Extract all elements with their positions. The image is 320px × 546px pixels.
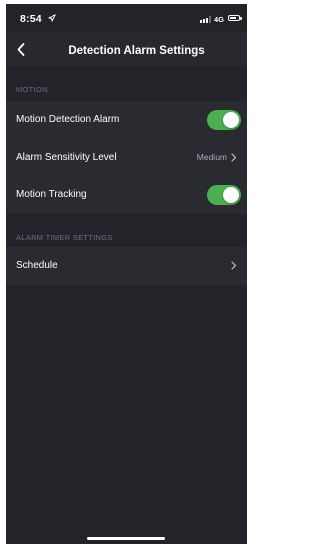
status-bar: 8:54 4G [6,4,247,32]
phone-screen: 8:54 4G Detection Alarm Settings MOTION … [6,4,247,544]
battery-level-fill [230,17,236,19]
motion-tracking-label: Motion Tracking [16,189,87,201]
alarm-sensitivity-level-row[interactable]: Alarm Sensitivity Level Medium [6,139,247,177]
motion-tracking-row: Motion Tracking [6,176,247,214]
back-button[interactable] [11,39,31,59]
chevron-right-icon [231,153,237,162]
section-header-motion: MOTION [16,85,48,94]
alarm-sensitivity-level-value: Medium [196,152,227,163]
alarm-sensitivity-level-label: Alarm Sensitivity Level [16,151,117,163]
alarm-timer-settings-group: Schedule [6,247,247,285]
location-arrow-icon [48,14,56,22]
motion-settings-group: Motion Detection Alarm Alarm Sensitivity… [6,101,247,214]
section-header-alarm-timer: ALARM TIMER SETTINGS [16,233,113,242]
schedule-label: Schedule [16,260,58,272]
toggle-knob [223,111,239,128]
motion-detection-alarm-label: Motion Detection Alarm [16,114,120,126]
status-time: 8:54 [20,13,42,25]
battery-icon [228,15,240,21]
schedule-row[interactable]: Schedule [6,247,247,285]
navigation-bar: Detection Alarm Settings [6,32,247,66]
cellular-signal-icon [200,16,211,23]
page-title: Detection Alarm Settings [68,45,205,57]
network-type: 4G [214,15,225,24]
chevron-left-icon [17,42,25,56]
home-indicator[interactable] [87,537,165,540]
battery-cap [240,17,242,20]
motion-tracking-toggle[interactable] [207,184,241,205]
motion-detection-alarm-toggle[interactable] [207,109,241,130]
motion-detection-alarm-row: Motion Detection Alarm [6,101,247,139]
chevron-right-icon [231,261,237,270]
toggle-knob [223,186,239,203]
